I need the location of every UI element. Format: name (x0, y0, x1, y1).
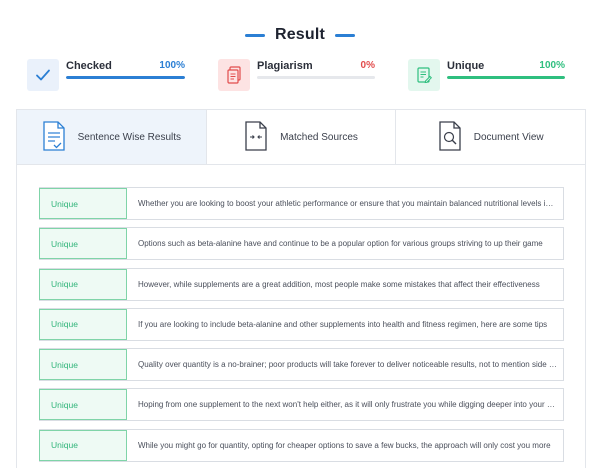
stats-bar: Checked 100% Plagiarism 0% Unique 100% (27, 57, 567, 93)
status-badge: Unique (39, 308, 127, 340)
results-tabs: Sentence Wise Results Matched Sources Do… (17, 110, 585, 165)
result-sentence: Quality over quantity is a no-brainer; p… (138, 360, 563, 370)
checkmark-icon (27, 59, 59, 91)
tab-sentence-wise-results-label: Sentence Wise Results (77, 131, 182, 143)
results-panel: Sentence Wise Results Matched Sources Do… (16, 109, 586, 468)
stat-unique-percent: 100% (539, 60, 565, 71)
tab-matched-sources[interactable]: Matched Sources (207, 110, 397, 164)
stat-plagiarism-label: Plagiarism (257, 60, 313, 72)
stat-unique-fill (447, 76, 565, 79)
stat-checked: Checked 100% (27, 57, 185, 91)
tab-matched-sources-label: Matched Sources (280, 131, 358, 143)
result-sentence: If you are looking to include beta-alani… (138, 319, 548, 329)
result-header: Result (0, 26, 600, 44)
stat-plagiarism-percent: 0% (360, 60, 375, 71)
result-row[interactable]: Unique Options such as beta-alanine have… (39, 227, 564, 261)
status-badge: Unique (39, 188, 127, 219)
stat-unique: Unique 100% (408, 57, 565, 91)
document-copy-icon (218, 59, 250, 91)
result-row[interactable]: Unique While you might go for quantity, … (39, 428, 564, 462)
result-row[interactable]: Unique If you are looking to include bet… (39, 307, 564, 341)
stat-checked-percent: 100% (159, 60, 185, 71)
result-row[interactable]: Unique However, while supplements are a … (39, 267, 564, 301)
sentence-results-list: Unique Whether you are looking to boost … (39, 187, 564, 468)
result-sentence: However, while supplements are a great a… (138, 279, 540, 289)
result-sentence: Whether you are looking to boost your at… (138, 199, 563, 208)
matched-sources-icon (244, 120, 268, 154)
title-right-line (335, 33, 356, 37)
status-badge: Unique (39, 228, 127, 260)
result-row[interactable]: Unique Whether you are looking to boost … (39, 187, 564, 220)
result-sentence: While you might go for quantity, opting … (138, 440, 551, 450)
stat-checked-track (66, 76, 185, 79)
tab-sentence-wise-results[interactable]: Sentence Wise Results (17, 110, 207, 164)
status-badge: Unique (39, 268, 127, 300)
stat-unique-track (447, 76, 565, 79)
document-search-icon (438, 120, 462, 154)
status-badge: Unique (39, 429, 127, 461)
title-left-line (244, 33, 265, 37)
stat-checked-label: Checked (66, 60, 112, 72)
stat-plagiarism-track (257, 76, 375, 79)
result-row[interactable]: Unique Quality over quantity is a no-bra… (39, 348, 564, 382)
stat-plagiarism: Plagiarism 0% (218, 57, 375, 91)
tab-document-view-label: Document View (473, 131, 544, 143)
result-sentence: Options such as beta-alanine have and co… (138, 239, 543, 249)
stat-unique-label: Unique (447, 60, 485, 72)
page-title: Result (274, 26, 326, 43)
sentence-document-icon (42, 120, 66, 154)
result-row[interactable]: Unique Hoping from one supplement to the… (39, 388, 564, 422)
document-edit-icon (408, 59, 440, 91)
result-sentence: Hoping from one supplement to the next w… (138, 400, 563, 410)
status-badge: Unique (39, 389, 127, 421)
tab-document-view[interactable]: Document View (396, 110, 585, 164)
status-badge: Unique (39, 349, 127, 381)
stat-checked-fill (66, 76, 185, 79)
